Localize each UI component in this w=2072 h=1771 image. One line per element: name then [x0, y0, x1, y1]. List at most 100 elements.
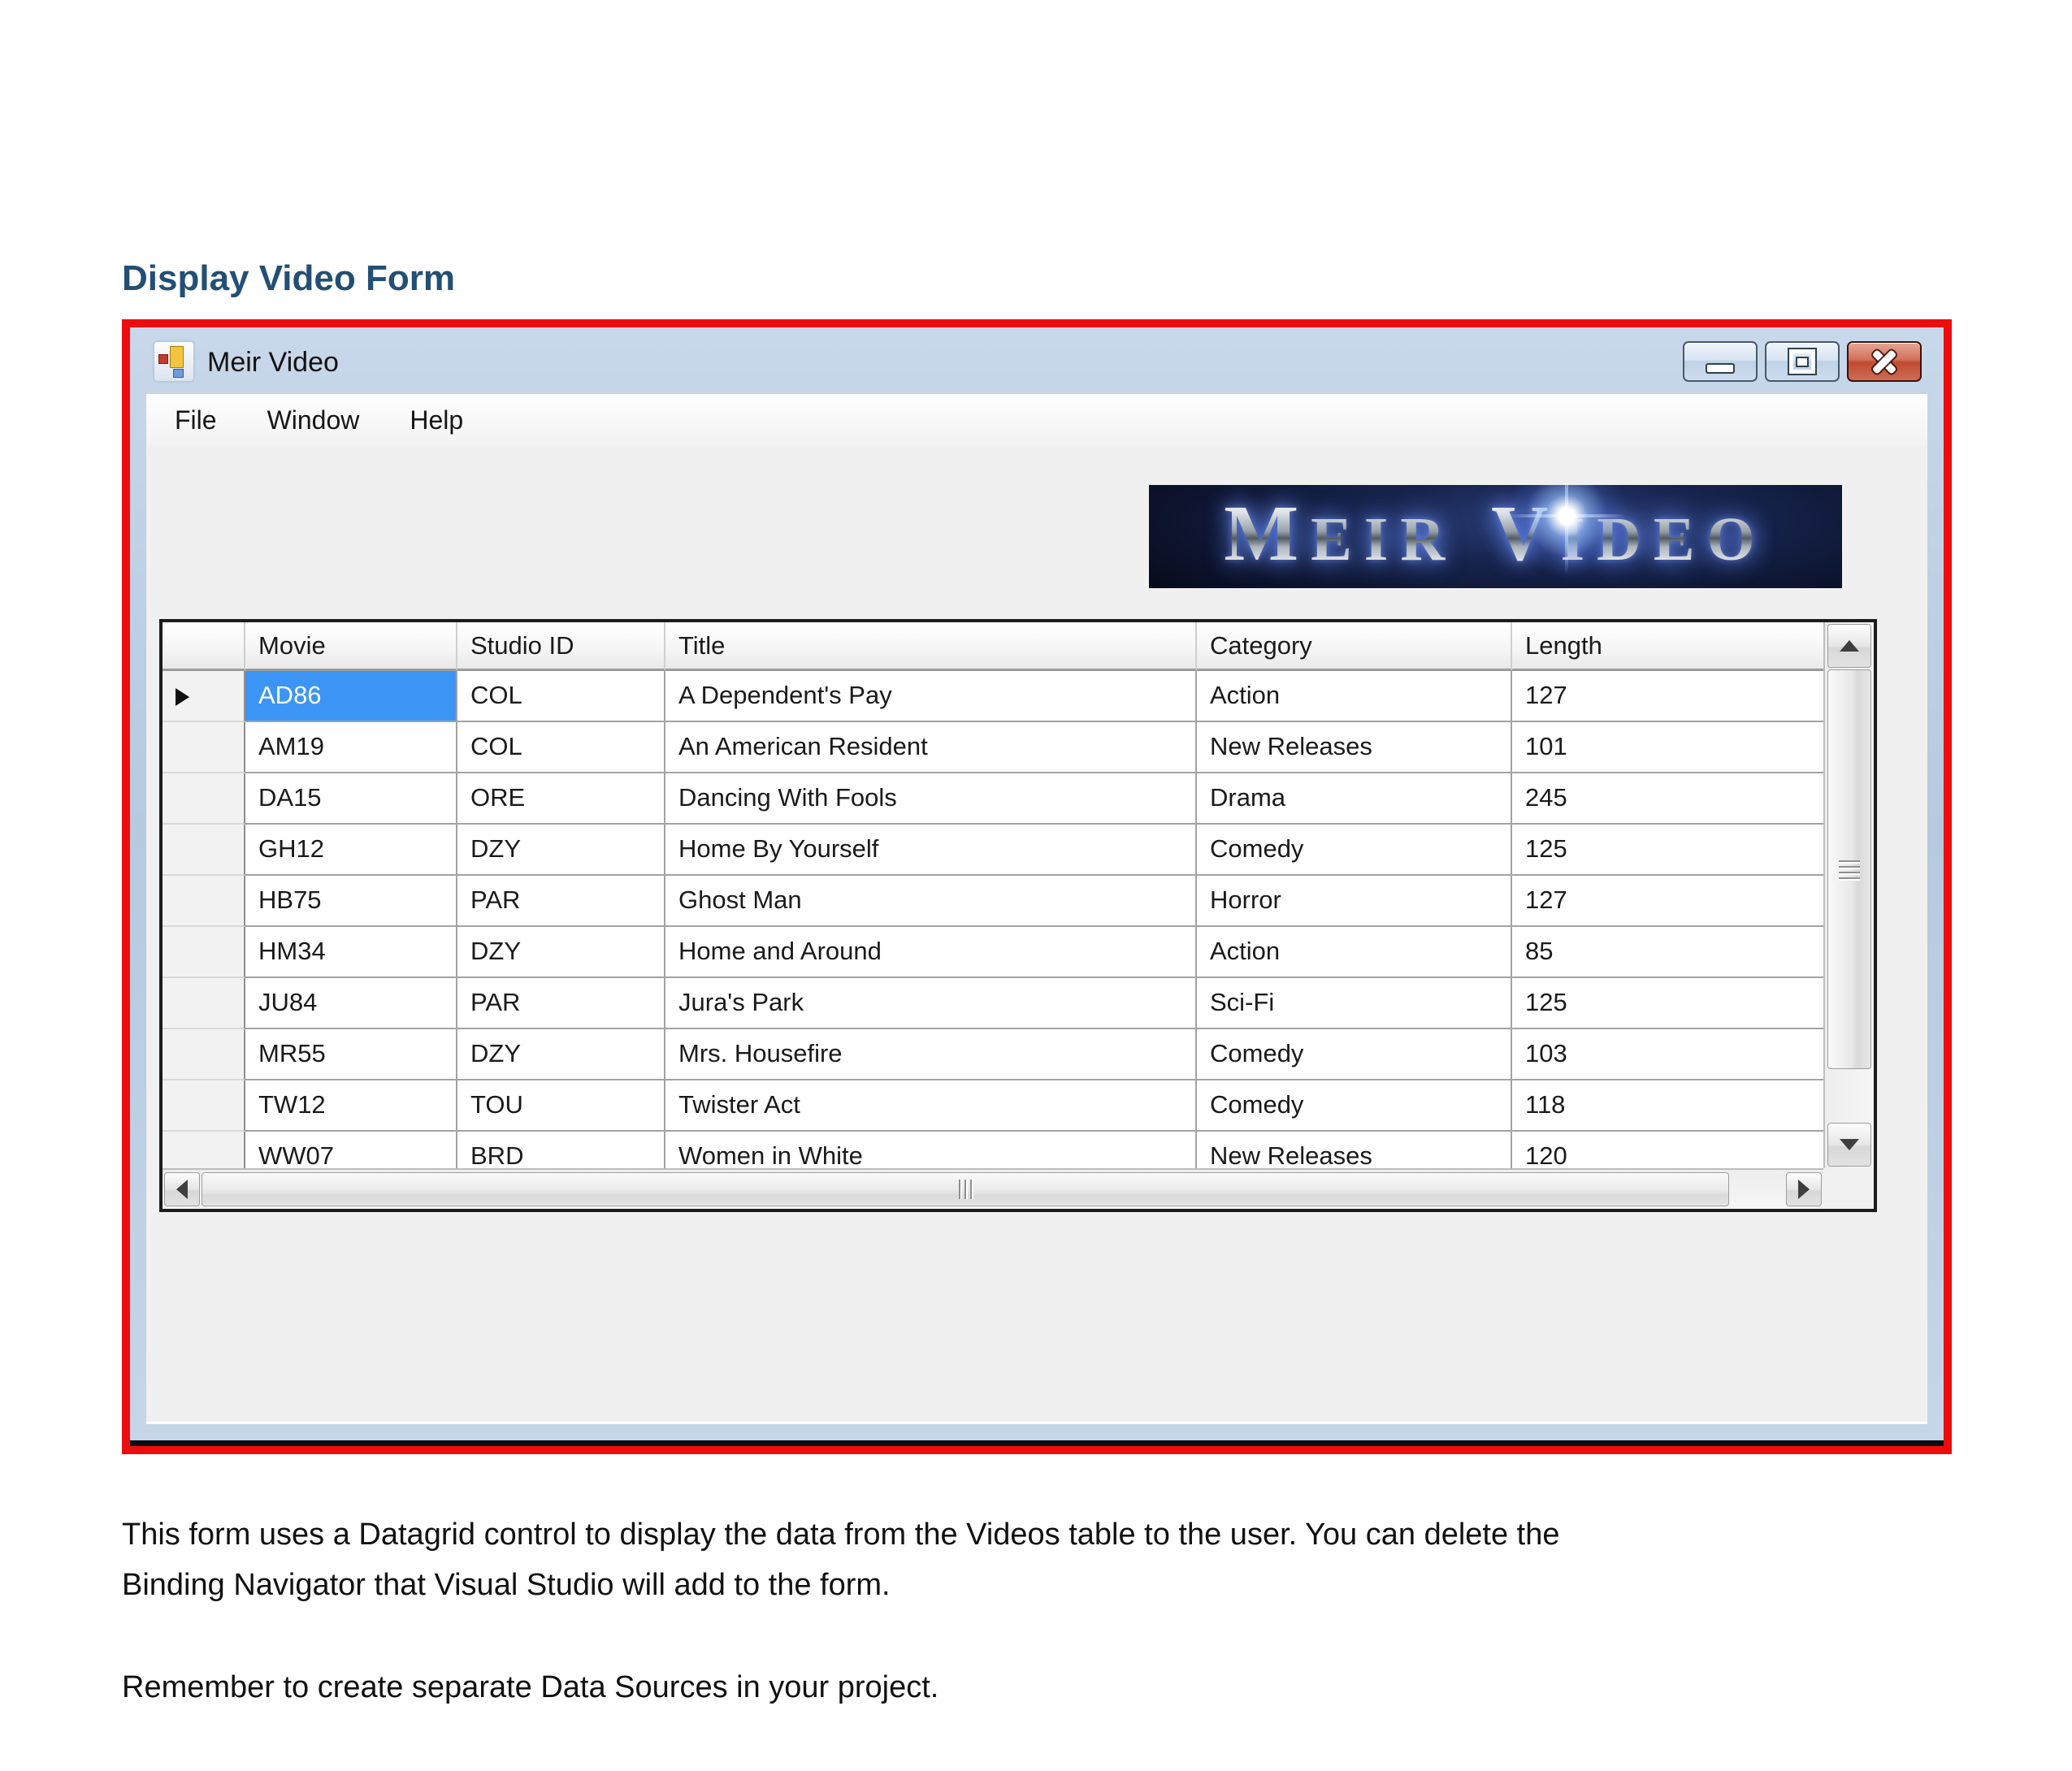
cell-length[interactable]: 245 [1512, 773, 1823, 825]
row-header[interactable] [163, 722, 245, 773]
cell-studio-id[interactable]: TOU [457, 1080, 665, 1132]
menu-item-help[interactable]: Help [410, 405, 463, 435]
cell-category[interactable]: Drama [1197, 773, 1512, 825]
logo-text: MEIR VIDEO [1224, 493, 1767, 580]
videos-datagrid: Movie Studio ID Title Category Length AD… [159, 619, 1877, 1212]
cell-movie[interactable]: GH12 [245, 825, 457, 876]
cell-studio-id[interactable]: DZY [457, 1029, 665, 1080]
cell-movie[interactable]: HM34 [245, 927, 457, 978]
scroll-right-button[interactable] [1786, 1172, 1822, 1206]
vertical-scrollbar[interactable] [1823, 622, 1874, 1168]
maximize-button[interactable] [1765, 341, 1840, 382]
grid-corner-header[interactable] [163, 622, 245, 671]
cell-studio-id[interactable]: BRD [457, 1132, 665, 1168]
column-header-title[interactable]: Title [665, 622, 1197, 671]
page: { "doc": { "heading": "Display Video For… [0, 0, 2072, 1771]
cell-length[interactable]: 103 [1512, 1029, 1823, 1080]
app-icon-yellow-square [170, 346, 184, 368]
menu-item-file[interactable]: File [175, 405, 217, 435]
cell-studio-id[interactable]: PAR [457, 978, 665, 1029]
cell-movie[interactable]: WW07 [245, 1132, 457, 1168]
paragraph-line: Remember to create separate Data Sources… [122, 1662, 938, 1713]
cell-studio-id[interactable]: DZY [457, 927, 665, 978]
horizontal-scrollbar[interactable] [163, 1168, 1823, 1209]
row-header[interactable] [163, 876, 245, 927]
meir-video-logo: MEIR VIDEO [1149, 485, 1842, 588]
scrollbar-corner [1823, 1168, 1874, 1209]
cell-studio-id[interactable]: ORE [457, 773, 665, 825]
grid-row: HB75PARGhost ManHorror127 [163, 876, 1823, 927]
cell-title[interactable]: Twister Act [665, 1080, 1197, 1132]
cell-movie[interactable]: AM19 [245, 722, 457, 773]
grid-row: DA15OREDancing With FoolsDrama245 [163, 773, 1823, 825]
cell-category[interactable]: Comedy [1197, 1080, 1512, 1132]
cell-category[interactable]: Action [1197, 671, 1512, 722]
row-header[interactable] [163, 773, 245, 825]
row-header[interactable] [163, 1029, 245, 1080]
cell-title[interactable]: Jura's Park [665, 978, 1197, 1029]
horizontal-scrollbar-thumb[interactable] [202, 1172, 1729, 1206]
column-header-length[interactable]: Length [1512, 622, 1823, 671]
cell-category[interactable]: Sci-Fi [1197, 978, 1512, 1029]
cell-category[interactable]: Comedy [1197, 825, 1512, 876]
cell-title[interactable]: An American Resident [665, 722, 1197, 773]
cell-category[interactable]: Comedy [1197, 1029, 1512, 1080]
row-header[interactable] [163, 1080, 245, 1132]
arrow-up-icon [1840, 640, 1859, 652]
cell-length[interactable]: 127 [1512, 671, 1823, 722]
minimize-icon [1706, 363, 1735, 374]
cell-studio-id[interactable]: DZY [457, 825, 665, 876]
cell-title[interactable]: Mrs. Housefire [665, 1029, 1197, 1080]
window-controls [1683, 341, 1922, 382]
cell-studio-id[interactable]: COL [457, 671, 665, 722]
row-header[interactable] [163, 927, 245, 978]
cell-title[interactable]: Home By Yourself [665, 825, 1197, 876]
grid-rows: AD86COLA Dependent's PayAction127AM19COL… [163, 671, 1823, 1168]
cell-movie[interactable]: TW12 [245, 1080, 457, 1132]
cell-studio-id[interactable]: PAR [457, 876, 665, 927]
cell-category[interactable]: Horror [1197, 876, 1512, 927]
cell-movie[interactable]: MR55 [245, 1029, 457, 1080]
column-header-movie[interactable]: Movie [245, 622, 457, 671]
vertical-scrollbar-thumb[interactable] [1827, 669, 1871, 1069]
scroll-down-button[interactable] [1827, 1123, 1871, 1167]
row-header[interactable] [163, 825, 245, 876]
cell-length[interactable]: 101 [1512, 722, 1823, 773]
app-icon-red-square [158, 354, 168, 364]
cell-length[interactable]: 120 [1512, 1132, 1823, 1168]
cell-title[interactable]: Women in White [665, 1132, 1197, 1168]
scroll-up-button[interactable] [1827, 624, 1871, 668]
cell-title[interactable]: Ghost Man [665, 876, 1197, 927]
column-header-category[interactable]: Category [1197, 622, 1512, 671]
cell-title[interactable]: Dancing With Fools [665, 773, 1197, 825]
close-button[interactable] [1847, 341, 1922, 382]
cell-title[interactable]: A Dependent's Pay [665, 671, 1197, 722]
window-titlebar[interactable]: Meir Video [130, 327, 1944, 394]
cell-length[interactable]: 118 [1512, 1080, 1823, 1132]
scroll-left-button[interactable] [164, 1172, 200, 1206]
minimize-button[interactable] [1683, 341, 1758, 382]
grid-row: HM34DZYHome and AroundAction85 [163, 927, 1823, 978]
cell-movie[interactable]: JU84 [245, 978, 457, 1029]
cell-movie[interactable]: AD86 [245, 671, 457, 722]
cell-title[interactable]: Home and Around [665, 927, 1197, 978]
column-header-studio-id[interactable]: Studio ID [457, 622, 665, 671]
cell-length[interactable]: 125 [1512, 825, 1823, 876]
cell-length[interactable]: 85 [1512, 927, 1823, 978]
menu-item-window[interactable]: Window [267, 405, 360, 435]
cell-studio-id[interactable]: COL [457, 722, 665, 773]
cell-movie[interactable]: HB75 [245, 876, 457, 927]
row-header[interactable] [163, 978, 245, 1029]
cell-category[interactable]: New Releases [1197, 1132, 1512, 1168]
cell-movie[interactable]: DA15 [245, 773, 457, 825]
cell-category[interactable]: New Releases [1197, 722, 1512, 773]
grid-viewport: Movie Studio ID Title Category Length AD… [163, 622, 1823, 1168]
cell-length[interactable]: 127 [1512, 876, 1823, 927]
arrow-down-icon [1840, 1139, 1859, 1150]
row-header[interactable] [163, 1132, 245, 1168]
logo-word-video: VIDEO [1491, 493, 1767, 580]
cell-category[interactable]: Action [1197, 927, 1512, 978]
cell-length[interactable]: 125 [1512, 978, 1823, 1029]
grid-row: JU84PARJura's ParkSci-Fi125 [163, 978, 1823, 1029]
row-header[interactable] [163, 671, 245, 722]
